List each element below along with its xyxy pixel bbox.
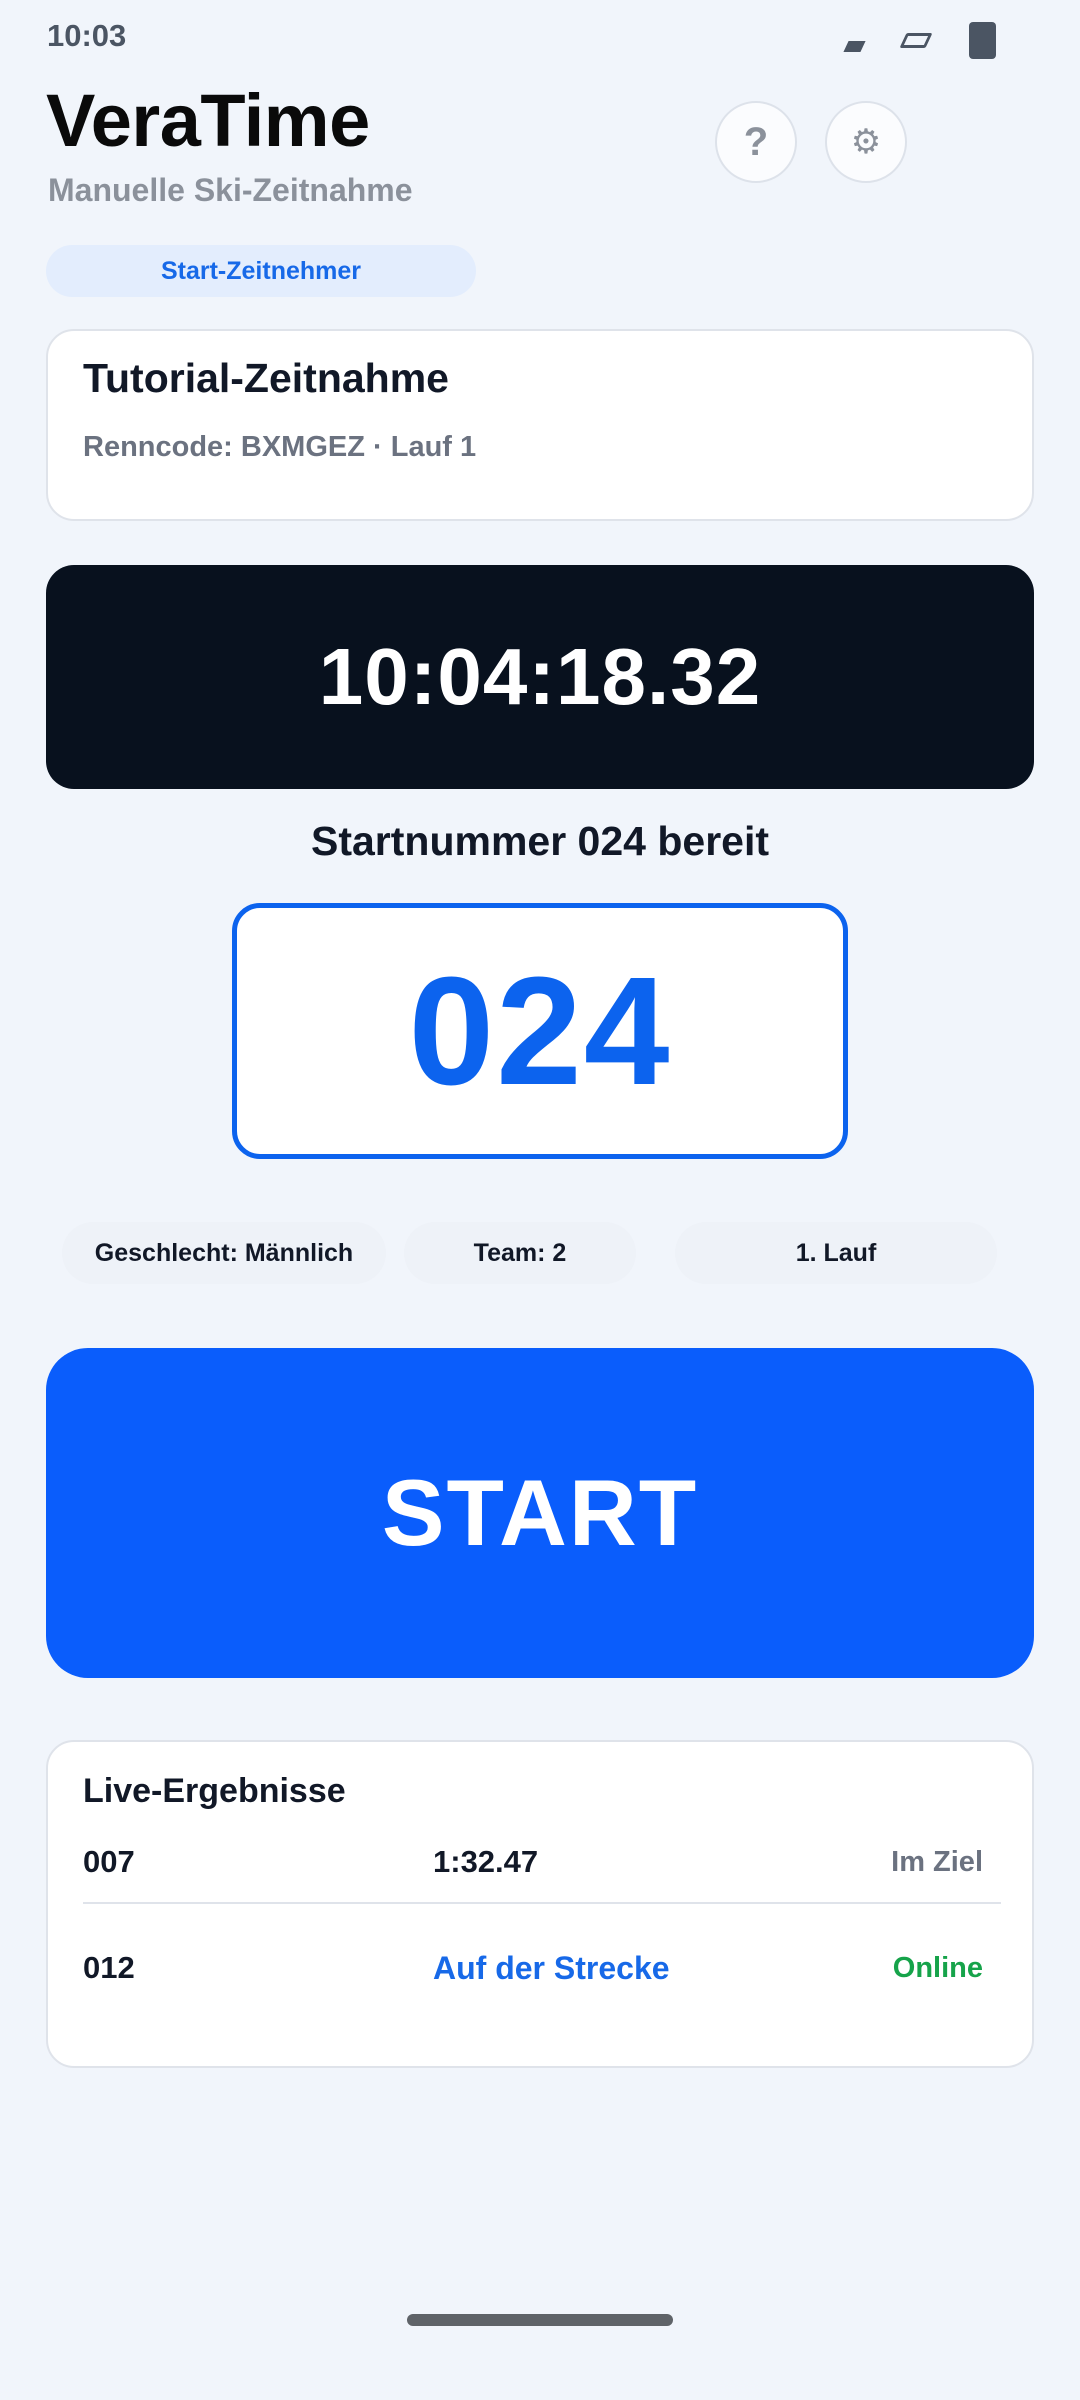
app-subtitle: Manuelle Ski-Zeitnahme [48,172,413,208]
app-title: VeraTime [46,79,370,162]
result-bib: 007 [83,1844,135,1879]
results-title: Live-Ergebnisse [83,1772,346,1810]
result-status: Im Ziel [891,1846,983,1878]
gender-chip: Geschlecht: Männlich [62,1222,386,1284]
result-bib: 012 [83,1950,135,1985]
gear-icon: ⚙ [850,123,882,161]
app-screen: 10:03 VeraTime Manuelle Ski-Zeitnahme ? … [0,0,1080,2400]
result-time: 1:32.47 [433,1844,539,1879]
ready-label: Startnummer 024 bereit [310,818,769,864]
result-on-course: Auf der Strecke [433,1950,670,1986]
status-time: 10:03 [47,18,127,53]
bib-display[interactable]: 024 [232,903,848,1159]
status-icons [843,22,996,59]
race-title: Tutorial-Zeitnahme [83,355,449,401]
wifi-icon [899,33,933,48]
result-row[interactable]: 012 Auf der Strecke Online [83,1930,1001,2010]
battery-icon [969,22,996,59]
help-button[interactable]: ? [715,101,797,183]
result-row[interactable]: 007 1:32.47 Im Ziel [83,1824,1001,1904]
team-chip: Team: 2 [404,1222,636,1284]
signal-icon [843,41,866,52]
clock-panel: 10:04:18.32 [46,565,1034,789]
online-status: Online [892,1952,983,1984]
results-card: Live-Ergebnisse 007 1:32.47 Im Ziel 012 … [46,1740,1034,2068]
help-icon: ? [743,119,769,164]
bib-number: 024 [408,944,672,1117]
start-button[interactable]: START [46,1348,1034,1678]
settings-button[interactable]: ⚙ [825,101,907,183]
race-card: Tutorial-Zeitnahme Renncode: BXMGEZ · La… [46,329,1034,521]
role-badge: Start-Zeitnehmer [46,245,476,297]
run-chip: 1. Lauf [675,1222,997,1284]
race-code: Renncode: BXMGEZ · Lauf 1 [83,431,477,463]
clock-time: 10:04:18.32 [318,632,762,721]
home-indicator[interactable] [407,2314,673,2326]
